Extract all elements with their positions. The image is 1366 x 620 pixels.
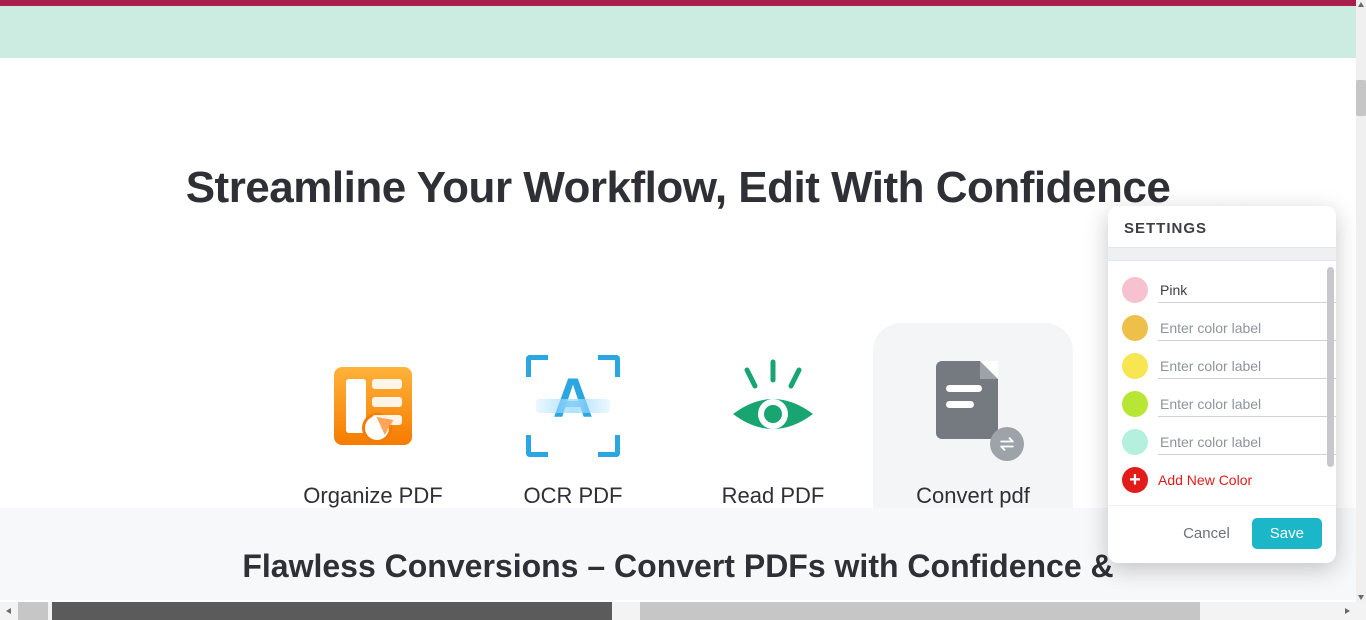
popover-body: + Add New Color	[1108, 261, 1336, 505]
card-label: OCR PDF	[524, 483, 623, 509]
color-row-lime	[1120, 385, 1330, 423]
swatch-pink[interactable]	[1122, 277, 1148, 303]
color-label-input[interactable]	[1158, 316, 1336, 341]
read-pdf-icon	[718, 351, 828, 461]
card-label: Convert pdf	[916, 483, 1030, 509]
horizontal-scrollbar-thumb[interactable]	[18, 602, 48, 620]
popover-title: SETTINGS	[1108, 206, 1336, 247]
convert-pdf-icon	[918, 351, 1028, 461]
swatch-gold[interactable]	[1122, 315, 1148, 341]
card-convert-pdf[interactable]: Convert pdf	[873, 323, 1073, 538]
popover-footer: Cancel Save	[1108, 505, 1336, 563]
color-row-yellow	[1120, 347, 1330, 385]
save-button[interactable]: Save	[1252, 518, 1322, 549]
triangle-right-icon	[1343, 607, 1351, 615]
popover-divider	[1108, 247, 1336, 261]
card-organize-pdf[interactable]: Organize PDF	[273, 323, 473, 538]
triangle-down-icon	[1357, 593, 1365, 601]
vertical-scrollbar-thumb[interactable]	[1356, 80, 1366, 116]
card-label: Read PDF	[722, 483, 825, 509]
header-band	[0, 6, 1356, 58]
swatch-yellow[interactable]	[1122, 353, 1148, 379]
scroll-up-button[interactable]	[1356, 0, 1366, 10]
plus-icon: +	[1122, 467, 1148, 493]
section-title: Flawless Conversions – Convert PDFs with…	[242, 548, 1113, 585]
card-read-pdf[interactable]: Read PDF	[673, 323, 873, 538]
add-new-color-label: Add New Color	[1158, 472, 1252, 488]
color-label-input[interactable]	[1158, 392, 1336, 417]
settings-popover: SETTINGS + Add New Color Cancel	[1108, 206, 1336, 563]
card-label: Organize PDF	[303, 483, 442, 509]
swatch-lime[interactable]	[1122, 391, 1148, 417]
color-label-input[interactable]	[1158, 278, 1336, 303]
popover-scrollbar-thumb[interactable]	[1327, 267, 1334, 467]
color-row-gold	[1120, 309, 1330, 347]
color-label-input[interactable]	[1158, 430, 1336, 455]
color-row-pink	[1120, 271, 1330, 309]
triangle-up-icon	[1357, 1, 1365, 9]
color-row-mint	[1120, 423, 1330, 461]
organize-pdf-icon	[318, 351, 428, 461]
ocr-pdf-icon: A	[518, 351, 628, 461]
cancel-button[interactable]: Cancel	[1175, 518, 1238, 549]
card-ocr-pdf[interactable]: A OCR PDF	[473, 323, 673, 538]
color-label-input[interactable]	[1158, 354, 1336, 379]
swatch-mint[interactable]	[1122, 429, 1148, 455]
add-new-color-row[interactable]: + Add New Color	[1120, 461, 1330, 499]
scroll-down-button[interactable]	[1356, 592, 1366, 602]
scroll-left-button[interactable]	[0, 602, 18, 620]
triangle-left-icon	[5, 607, 13, 615]
horizontal-scrollbar-thumb[interactable]	[52, 602, 612, 620]
horizontal-scrollbar-thumb[interactable]	[640, 602, 1200, 620]
scroll-right-button[interactable]	[1338, 602, 1356, 620]
